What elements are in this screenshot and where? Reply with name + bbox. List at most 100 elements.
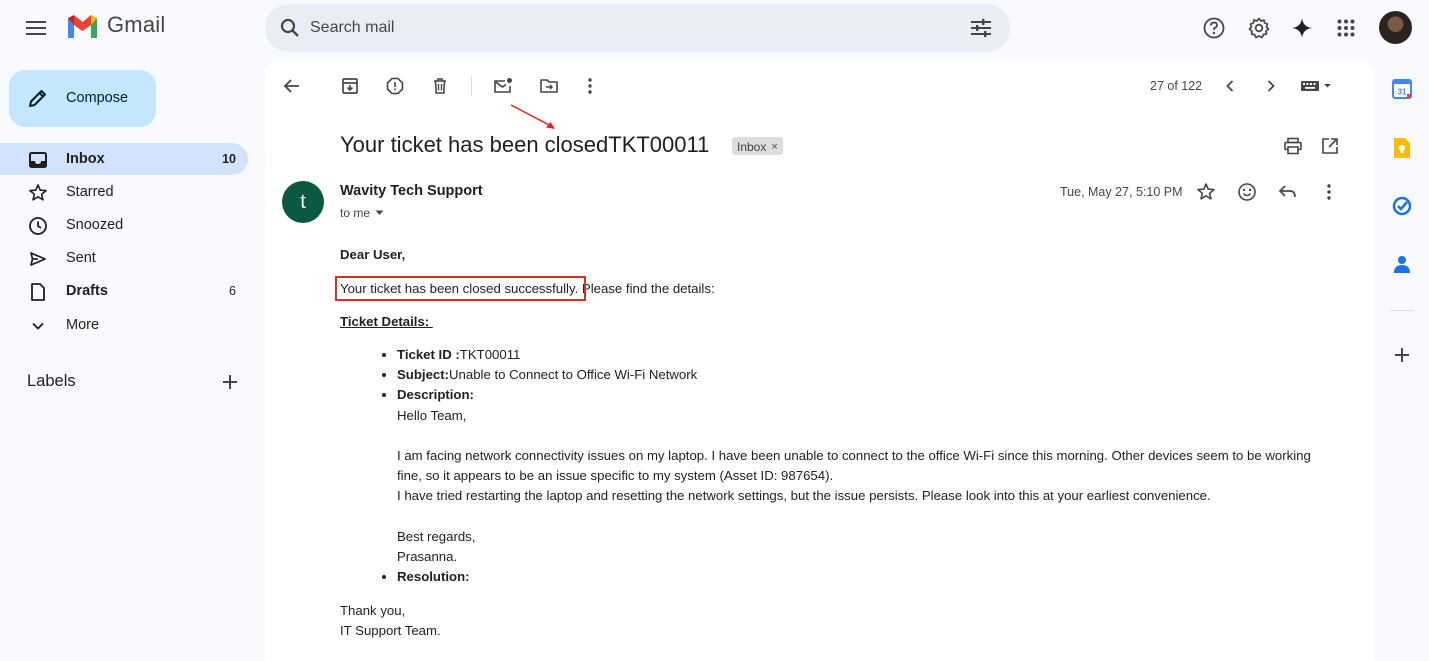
message-more-options-icon[interactable] [1316, 179, 1342, 205]
sidebar-item-more[interactable]: More [0, 309, 248, 341]
help-icon[interactable] [1194, 8, 1234, 48]
recipient-details-toggle[interactable]: to me [340, 206, 384, 220]
description-line: Prasanna. [397, 549, 458, 564]
delete-trash-icon[interactable] [427, 73, 453, 99]
sidebar-item-label: Inbox [66, 151, 105, 167]
description-item: Description: Hello Team, I am facing net… [397, 385, 1337, 567]
draft-icon [31, 283, 45, 301]
sender-avatar[interactable]: t [282, 181, 324, 223]
calendar-app-icon[interactable]: 31 [1388, 75, 1416, 103]
chevron-down-icon [32, 322, 44, 330]
archive-icon[interactable] [337, 73, 363, 99]
move-to-icon[interactable] [536, 73, 562, 99]
sidebar-item-label: Sent [66, 250, 96, 266]
sidebar-item-inbox[interactable]: Inbox 10 [0, 143, 248, 175]
sidebar-item-label: Starred [66, 184, 114, 200]
search-options-icon[interactable] [961, 8, 1001, 48]
gmail-logo[interactable]: Gmail [66, 12, 165, 38]
search-icon[interactable] [270, 8, 310, 48]
contacts-app-icon[interactable] [1388, 250, 1416, 278]
inbox-chip-label: Inbox [737, 139, 767, 154]
sidebar-item-label: Drafts [66, 283, 108, 299]
ticket-id-label: Ticket ID : [397, 347, 460, 362]
gmail-m-icon [68, 14, 97, 38]
sidebar-item-snoozed[interactable]: Snoozed [0, 209, 248, 241]
mark-unread-icon[interactable] [490, 73, 516, 99]
compose-button[interactable]: Compose [9, 70, 156, 127]
main-menu-icon[interactable] [17, 8, 57, 48]
print-icon[interactable] [1280, 133, 1306, 159]
caret-down-icon [375, 210, 384, 215]
compose-label: Compose [66, 90, 129, 106]
gmail-logo-text: Gmail [107, 12, 166, 37]
account-avatar[interactable] [1379, 11, 1412, 44]
settings-gear-icon[interactable] [1239, 8, 1279, 48]
sidebar-item-starred[interactable]: Starred [0, 176, 248, 208]
description-line: Best regards, [397, 528, 476, 544]
ticket-details-list: Ticket ID :TKT00011 Subject:Unable to Co… [397, 345, 1337, 587]
add-label-icon[interactable] [210, 362, 250, 402]
star-icon [29, 184, 47, 201]
closing-signature: IT Support Team. [340, 623, 441, 638]
closing-thanks: Thank you, [340, 603, 406, 618]
emoji-reaction-icon[interactable] [1234, 179, 1260, 205]
resolution-item: Resolution: [397, 567, 1337, 587]
inbox-icon [29, 152, 47, 168]
sidebar-item-label: More [66, 317, 100, 333]
resolution-label: Resolution: [397, 569, 470, 585]
annotation-arrow-icon [510, 104, 555, 129]
keep-app-icon[interactable] [1388, 134, 1416, 162]
older-chevron-right-icon[interactable] [1258, 73, 1284, 99]
back-arrow-icon[interactable] [279, 73, 305, 99]
message-panel: 27 of 122 Your ticket has been closedTKT… [265, 61, 1374, 661]
newer-chevron-left-icon[interactable] [1217, 73, 1243, 99]
report-spam-icon[interactable] [382, 73, 408, 99]
clock-icon [29, 217, 47, 235]
labels-heading: Labels [27, 372, 76, 390]
annotation-highlight-box [335, 276, 586, 301]
email-subject: Your ticket has been closedTKT00011 [340, 132, 710, 157]
ticket-details-heading: Ticket Details: [340, 314, 433, 329]
sidebar-item-drafts[interactable]: Drafts 6 [0, 275, 248, 307]
star-message-icon[interactable] [1193, 179, 1219, 205]
greeting: Dear User, [340, 247, 406, 262]
top-bar: Gmail [0, 0, 1429, 58]
description-line: Hello Team, [397, 407, 467, 423]
reply-arrow-icon[interactable] [1275, 179, 1301, 205]
unread-count: 10 [222, 152, 236, 166]
find-details-text: Please find the details: [578, 281, 715, 296]
sidebar-item-label: Snoozed [66, 217, 124, 233]
subject-value: Unable to Connect to Office Wi-Fi Networ… [449, 367, 698, 383]
get-addons-plus-icon[interactable] [1388, 341, 1416, 369]
subject-label: Subject: [397, 367, 450, 383]
side-panel-divider [1390, 310, 1414, 311]
apps-grid-icon[interactable] [1326, 8, 1366, 48]
message-date: Tue, May 27, 5:10 PM [1060, 185, 1183, 199]
send-icon [30, 252, 46, 266]
sender-name[interactable]: Wavity Tech Support [340, 183, 483, 199]
inbox-label-chip[interactable]: Inbox × [732, 137, 783, 155]
pencil-icon [29, 90, 46, 107]
description-line: I have tried restarting the laptop and r… [397, 488, 1211, 504]
tasks-app-icon[interactable] [1388, 192, 1416, 220]
open-new-window-icon[interactable] [1317, 133, 1343, 159]
search-bar[interactable] [265, 4, 1010, 52]
input-tools-keyboard-icon[interactable] [1298, 73, 1334, 99]
remove-label-x-icon[interactable]: × [771, 141, 777, 153]
draft-count: 6 [229, 284, 236, 298]
recipient-text: to me [340, 206, 371, 220]
description-label: Description: [397, 387, 474, 403]
toolbar-divider [471, 76, 472, 96]
more-options-icon[interactable] [577, 73, 603, 99]
gemini-sparkle-icon[interactable] [1282, 8, 1322, 48]
subject-item: Subject:Unable to Connect to Office Wi-F… [397, 365, 1337, 385]
search-input[interactable] [310, 4, 950, 52]
description-line: I am facing network connectivity issues … [397, 448, 1311, 484]
sidebar-item-sent[interactable]: Sent [0, 242, 248, 274]
ticket-id-value: TKT00011 [459, 347, 521, 362]
ticket-id-item: Ticket ID :TKT00011 [397, 345, 1337, 365]
pagination-count: 27 of 122 [1150, 79, 1203, 93]
svg-text:31: 31 [1398, 88, 1407, 97]
